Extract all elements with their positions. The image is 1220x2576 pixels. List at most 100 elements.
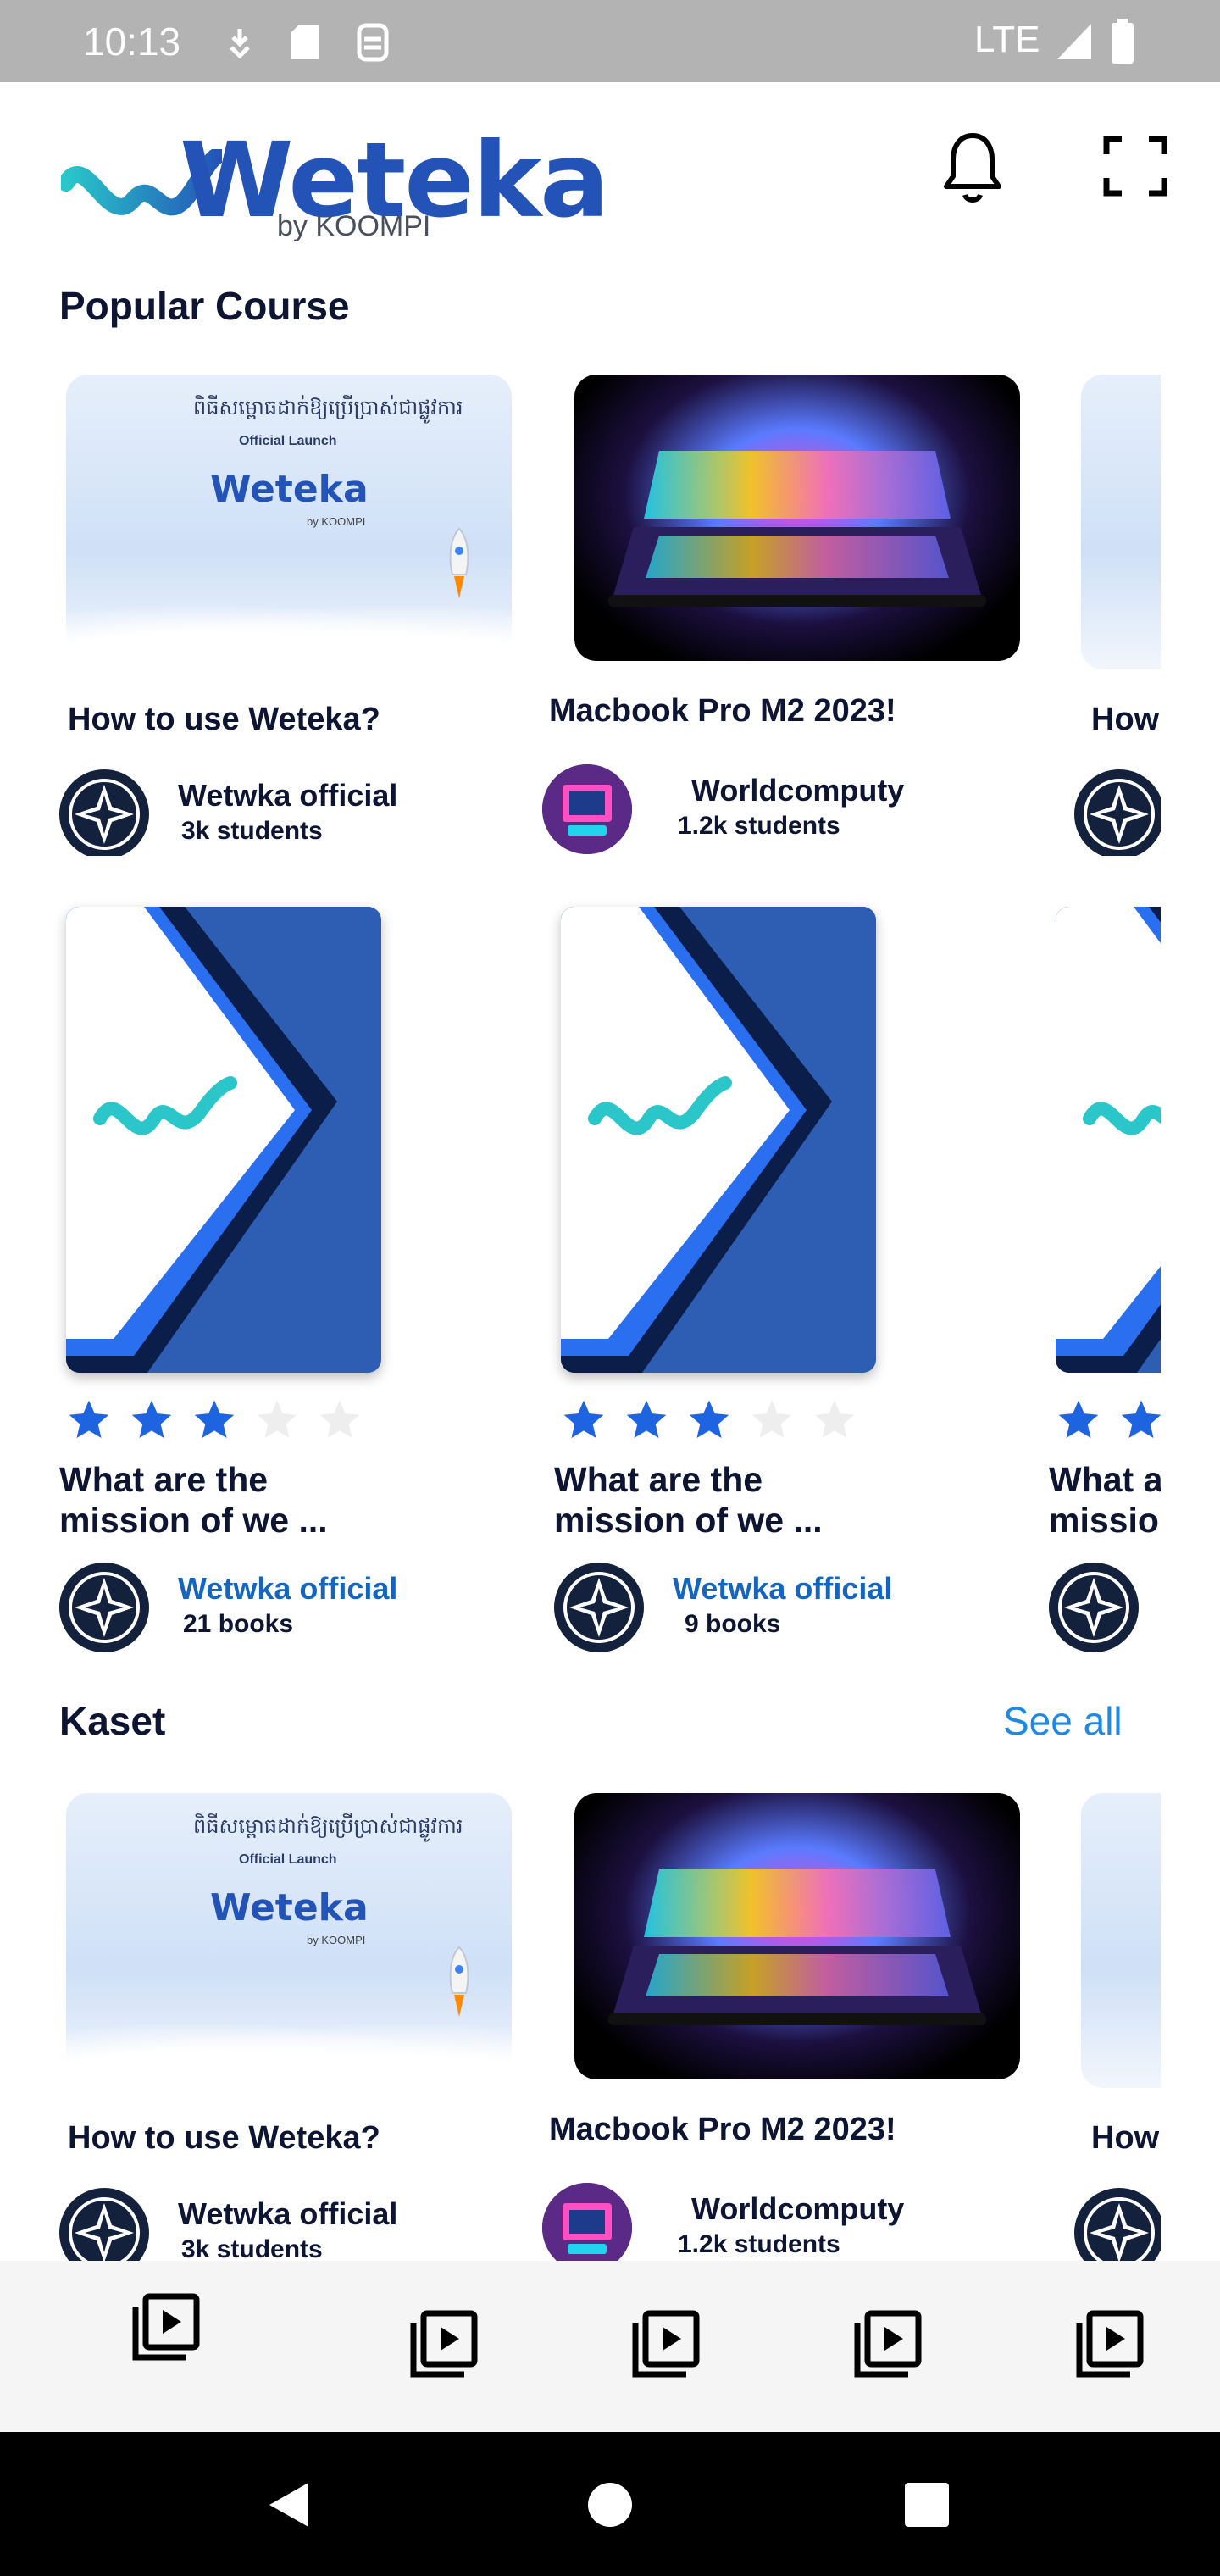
signal-icon bbox=[1057, 24, 1091, 59]
book-title-line2: missio bbox=[1049, 1501, 1159, 1540]
star-logo-icon bbox=[1058, 1572, 1129, 1643]
author-avatar bbox=[59, 769, 149, 856]
kaset-carousel[interactable]: ពិធីសម្ពោធដាក់ឱ្យប្រើប្រាស់ជាផ្លូវការ Of… bbox=[0, 1783, 1161, 2261]
notifications-button[interactable] bbox=[939, 127, 1006, 207]
book-count: 9 books bbox=[685, 1610, 781, 1638]
star-empty-icon bbox=[751, 1400, 792, 1438]
book-card[interactable]: What are the mission of we ... Wetwka of… bbox=[554, 907, 1029, 1652]
back-icon[interactable] bbox=[264, 2479, 315, 2530]
logo-subtitle: by KOOMPI bbox=[277, 210, 431, 242]
star-rating bbox=[1054, 1396, 1161, 1444]
nav-item-3[interactable] bbox=[629, 2308, 702, 2381]
book-cover-art bbox=[1056, 907, 1161, 1373]
student-count: 1.2k students bbox=[678, 812, 840, 840]
author-name: Worldcomputy bbox=[691, 773, 905, 808]
course-card[interactable]: ពិធីសម្ពោធដាក់ឱ្យប្រើប្រាស់ជាផ្លូវការ Of… bbox=[59, 375, 515, 856]
star-filled-icon bbox=[131, 1400, 172, 1438]
star-logo-icon bbox=[69, 779, 140, 850]
system-navigation-bar bbox=[0, 2432, 1220, 2576]
course-thumbnail: ពិធីសម្ពោធដាក់ឱ្យប្រើប្រាស់ជាផ្លូវការ Of… bbox=[66, 375, 512, 669]
star-empty-icon bbox=[257, 1400, 297, 1438]
popular-course-carousel[interactable]: ពិធីសម្ពោធដាក់ឱ្យប្រើប្រាស់ជាផ្លូវការ Of… bbox=[0, 364, 1161, 856]
course-card[interactable]: How bbox=[1074, 1793, 1161, 2261]
star-logo-icon bbox=[69, 2197, 140, 2261]
video-library-icon bbox=[410, 2310, 478, 2378]
thumb-khmer-text: ពិធីសម្ពោធដាក់ឱ្យប្រើប្រាស់ជាផ្លូវការ bbox=[193, 1815, 463, 1838]
nav-item-1[interactable] bbox=[129, 2291, 202, 2364]
thumb-official-launch: Official Launch bbox=[239, 1852, 337, 1867]
course-title: How to use Weteka? bbox=[68, 2120, 380, 2156]
star-filled-icon bbox=[563, 1400, 604, 1438]
author-avatar bbox=[1049, 1563, 1139, 1652]
student-count: 3k students bbox=[181, 817, 323, 845]
see-all-link[interactable]: See all bbox=[1003, 1698, 1123, 1744]
bottom-navigation bbox=[0, 2261, 1220, 2432]
star-rating bbox=[559, 1396, 873, 1444]
course-thumbnail bbox=[1081, 375, 1161, 669]
thumb-brand: Weteka bbox=[210, 1886, 369, 1929]
author-name[interactable]: Wetwka official bbox=[673, 1571, 892, 1607]
course-card[interactable]: ពិធីសម្ពោធដាក់ឱ្យប្រើប្រាស់ជាផ្លូវការ Of… bbox=[59, 1793, 515, 2261]
course-card[interactable]: Macbook Pro M2 2023! Worldcomputy 1.2k s… bbox=[542, 375, 1025, 854]
star-filled-icon bbox=[689, 1400, 729, 1438]
star-filled-icon bbox=[626, 1400, 667, 1438]
thumb-official-launch: Official Launch bbox=[239, 434, 337, 448]
fullscreen-icon bbox=[1103, 136, 1167, 197]
book-cover bbox=[561, 907, 876, 1373]
course-title: How to use Weteka? bbox=[68, 702, 380, 737]
course-thumbnail: ពិធីសម្ពោធដាក់ឱ្យប្រើប្រាស់ជាផ្លូវការ Of… bbox=[66, 1793, 512, 2088]
retro-computer-icon bbox=[542, 764, 632, 854]
rocket-icon bbox=[449, 1946, 469, 2017]
book-cover-art bbox=[561, 907, 876, 1373]
course-card[interactable]: Macbook Pro M2 2023! Worldcomputy 1.2k s… bbox=[542, 1793, 1025, 2261]
author-avatar bbox=[542, 764, 632, 854]
thumb-brand-sub: by KOOMPI bbox=[307, 515, 366, 528]
author-name: Wetwka official bbox=[178, 2196, 398, 2231]
author-avatar bbox=[1074, 2188, 1161, 2261]
star-logo-icon bbox=[1084, 2197, 1155, 2261]
star-filled-icon bbox=[1058, 1400, 1099, 1438]
author-name[interactable]: Wetwka official bbox=[178, 1571, 397, 1607]
sync-icon bbox=[357, 23, 389, 62]
bell-icon bbox=[944, 133, 1001, 203]
kaset-title: Kaset bbox=[59, 1699, 166, 1743]
book-cover-art bbox=[66, 907, 381, 1373]
book-cover bbox=[66, 907, 381, 1373]
book-title-line2: mission of we ... bbox=[59, 1501, 328, 1540]
course-thumbnail bbox=[574, 375, 1020, 661]
nav-item-4[interactable] bbox=[851, 2308, 923, 2381]
video-library-icon bbox=[854, 2310, 922, 2378]
author-avatar bbox=[542, 2183, 632, 2261]
book-card[interactable]: What are the mission of we ... Wetwka of… bbox=[59, 907, 534, 1652]
sd-card-icon bbox=[291, 25, 319, 59]
author-name: Wetwka official bbox=[178, 778, 398, 813]
student-count: 3k students bbox=[181, 2235, 323, 2261]
clouds-decoration bbox=[66, 603, 512, 669]
books-carousel[interactable]: What are the mission of we ... Wetwka of… bbox=[0, 898, 1161, 1661]
star-logo-icon bbox=[1084, 779, 1155, 850]
popular-course-title: Popular Course bbox=[59, 284, 350, 328]
fullscreen-button[interactable] bbox=[1101, 132, 1169, 200]
author-avatar bbox=[59, 1563, 149, 1652]
laptop-image bbox=[608, 451, 986, 607]
nav-item-5[interactable] bbox=[1073, 2308, 1145, 2381]
thumb-brand: Weteka bbox=[210, 468, 369, 511]
network-type: LTE bbox=[974, 19, 1040, 60]
status-bar: 10:13 LTE bbox=[0, 0, 1220, 82]
star-filled-icon bbox=[69, 1400, 109, 1438]
course-title: Macbook Pro M2 2023! bbox=[549, 693, 896, 729]
book-title-line1: What a bbox=[1049, 1460, 1161, 1499]
student-count: 1.2k students bbox=[678, 2230, 840, 2258]
recents-icon[interactable] bbox=[903, 2481, 951, 2529]
author-avatar bbox=[59, 2188, 149, 2261]
course-title: How bbox=[1091, 702, 1160, 737]
author-name: Worldcomputy bbox=[691, 2191, 905, 2226]
course-thumbnail bbox=[1081, 1793, 1161, 2088]
battery-icon bbox=[1112, 19, 1134, 64]
star-empty-icon bbox=[319, 1400, 360, 1438]
nav-item-2[interactable] bbox=[407, 2308, 480, 2381]
home-icon[interactable] bbox=[585, 2479, 635, 2530]
book-card[interactable]: What a missio bbox=[1049, 907, 1161, 1652]
laptop-image bbox=[608, 1869, 986, 2025]
course-card[interactable]: How bbox=[1074, 375, 1161, 856]
